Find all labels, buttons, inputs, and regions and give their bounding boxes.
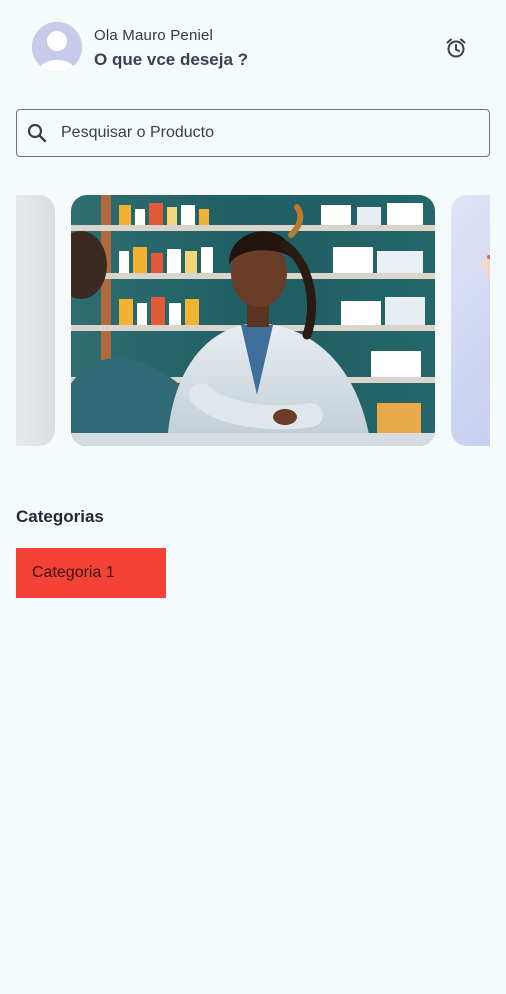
prompt-text: O que vce deseja ? — [94, 50, 249, 69]
header: Ola Mauro Peniel O que vce deseja ? — [32, 22, 476, 72]
category-chip[interactable]: Categoria 1 — [16, 548, 166, 598]
pharmacist-illustration — [71, 195, 435, 446]
user-avatar-icon — [32, 22, 82, 72]
search-icon — [27, 123, 47, 143]
greeting-text: Ola Mauro Peniel — [94, 27, 214, 44]
next-slide-illustration — [481, 252, 490, 281]
alarm-clock-icon — [446, 38, 466, 58]
categories-title: Categorias — [16, 507, 104, 526]
next-slide-image[interactable] — [451, 195, 490, 446]
category-chip-label: Categoria 1 — [32, 564, 115, 581]
pharmacist-slide-image[interactable] — [71, 195, 435, 446]
alarm-button[interactable] — [444, 36, 468, 60]
promo-carousel[interactable] — [16, 195, 490, 446]
search-field[interactable] — [16, 109, 490, 157]
previous-slide-image[interactable] — [16, 195, 55, 446]
avatar[interactable] — [32, 22, 82, 72]
search-input[interactable] — [61, 110, 481, 156]
